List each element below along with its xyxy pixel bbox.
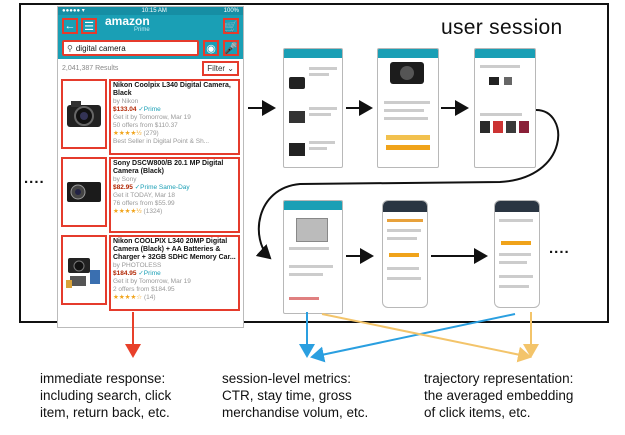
- caption-trajectory: trajectory representation: the averaged …: [424, 371, 574, 420]
- caption-session-metrics: session-level metrics: CTR, stay time, g…: [222, 371, 369, 420]
- caption-immediate-response: immediate response: including search, cl…: [40, 371, 172, 420]
- wrap-arrow: [255, 109, 560, 260]
- figure: user session .... .... ●●●●● ▾ 10:15 AM …: [0, 0, 625, 435]
- metrics-arrow: [310, 313, 516, 363]
- trajectory-arrow: [321, 313, 532, 363]
